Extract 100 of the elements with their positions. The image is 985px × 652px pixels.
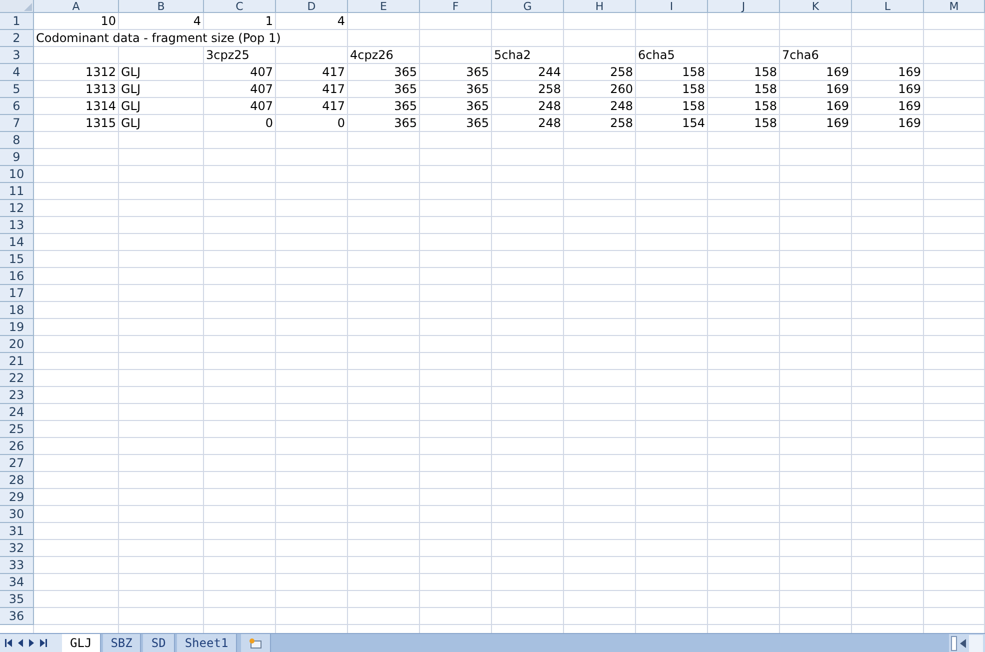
row-header[interactable]: 5 bbox=[0, 81, 34, 98]
cell-value: 158 bbox=[754, 99, 777, 113]
row-header[interactable]: 35 bbox=[0, 591, 34, 608]
cell-value: 0 bbox=[265, 116, 273, 130]
column-header[interactable]: D bbox=[276, 0, 348, 13]
row-header[interactable]: 10 bbox=[0, 166, 34, 183]
row-header[interactable]: 16 bbox=[0, 268, 34, 285]
row-header[interactable]: 25 bbox=[0, 421, 34, 438]
row-header[interactable]: 26 bbox=[0, 438, 34, 455]
cell-value: 248 bbox=[538, 116, 561, 130]
row-header[interactable]: 11 bbox=[0, 183, 34, 200]
cell-value: 1312 bbox=[85, 65, 116, 79]
cell-value: 4 bbox=[193, 14, 201, 28]
previous-sheet-icon[interactable] bbox=[18, 639, 23, 647]
cell-value: 1313 bbox=[85, 82, 116, 96]
column-header[interactable]: I bbox=[636, 0, 708, 13]
row-header[interactable]: 6 bbox=[0, 98, 34, 115]
sheet-tab[interactable]: SBZ bbox=[102, 634, 142, 652]
cell-value: 158 bbox=[754, 65, 777, 79]
scroll-left-icon[interactable] bbox=[960, 638, 966, 648]
cell-value: 158 bbox=[682, 99, 705, 113]
cell-value: 407 bbox=[250, 99, 273, 113]
column-header[interactable]: G bbox=[492, 0, 564, 13]
cell-value: 169 bbox=[826, 82, 849, 96]
cell-value: 365 bbox=[394, 99, 417, 113]
column-header[interactable]: M bbox=[924, 0, 985, 13]
column-header[interactable]: F bbox=[420, 0, 492, 13]
row-header[interactable]: 31 bbox=[0, 523, 34, 540]
cell-value: 365 bbox=[394, 65, 417, 79]
row-header[interactable]: 29 bbox=[0, 489, 34, 506]
scroll-track[interactable] bbox=[969, 634, 983, 652]
cell-value: GLJ bbox=[121, 98, 141, 114]
scroll-thumb[interactable] bbox=[951, 636, 957, 650]
row-header[interactable]: 4 bbox=[0, 64, 34, 81]
cell-value: 169 bbox=[826, 65, 849, 79]
cell-value: 258 bbox=[610, 116, 633, 130]
row-header[interactable]: 36 bbox=[0, 608, 34, 625]
cell-value: 365 bbox=[466, 82, 489, 96]
row-header[interactable]: 33 bbox=[0, 557, 34, 574]
cell-value: 169 bbox=[826, 116, 849, 130]
row-header[interactable]: 13 bbox=[0, 217, 34, 234]
cell-value: 365 bbox=[394, 82, 417, 96]
cell-value: 158 bbox=[682, 82, 705, 96]
row-header[interactable]: 2 bbox=[0, 30, 34, 47]
row-header[interactable]: 30 bbox=[0, 506, 34, 523]
cell-value: 417 bbox=[322, 65, 345, 79]
cell-value: 417 bbox=[322, 99, 345, 113]
row-header[interactable]: 17 bbox=[0, 285, 34, 302]
insert-sheet-tab[interactable] bbox=[241, 634, 272, 652]
cell-value: 260 bbox=[610, 82, 633, 96]
row-header[interactable]: 19 bbox=[0, 319, 34, 336]
column-header[interactable]: E bbox=[348, 0, 420, 13]
cell-value: 407 bbox=[250, 65, 273, 79]
sheet-tab[interactable]: Sheet1 bbox=[176, 634, 238, 652]
last-sheet-icon[interactable] bbox=[40, 639, 47, 647]
row-header[interactable]: 3 bbox=[0, 47, 34, 64]
sheet-tab[interactable]: SD bbox=[143, 634, 175, 652]
row-header[interactable]: 22 bbox=[0, 370, 34, 387]
column-header[interactable]: H bbox=[564, 0, 636, 13]
row-header[interactable]: 9 bbox=[0, 149, 34, 166]
cell-value: 169 bbox=[898, 65, 921, 79]
cell-value: 365 bbox=[466, 116, 489, 130]
column-header[interactable]: C bbox=[204, 0, 276, 13]
row-header[interactable]: 1 bbox=[0, 13, 34, 30]
row-header[interactable]: 23 bbox=[0, 387, 34, 404]
row-header[interactable]: 32 bbox=[0, 540, 34, 557]
cell-value: 169 bbox=[898, 99, 921, 113]
row-header[interactable]: 12 bbox=[0, 200, 34, 217]
column-header[interactable]: K bbox=[780, 0, 852, 13]
row-header[interactable]: 21 bbox=[0, 353, 34, 370]
row-header[interactable]: 8 bbox=[0, 132, 34, 149]
cell-value: 365 bbox=[466, 99, 489, 113]
cell-value: Codominant data - fragment size (Pop 1) bbox=[36, 30, 281, 46]
column-header[interactable]: L bbox=[852, 0, 924, 13]
cell-value: 169 bbox=[898, 82, 921, 96]
row-header[interactable]: 34 bbox=[0, 574, 34, 591]
row-header[interactable]: 20 bbox=[0, 336, 34, 353]
column-header[interactable]: A bbox=[34, 0, 119, 13]
sheet-tab[interactable]: GLJ bbox=[62, 634, 101, 652]
row-header[interactable]: 18 bbox=[0, 302, 34, 319]
cell-value: 1315 bbox=[85, 116, 116, 130]
first-sheet-icon[interactable] bbox=[5, 639, 12, 647]
cell-value: 365 bbox=[466, 65, 489, 79]
row-header[interactable]: 15 bbox=[0, 251, 34, 268]
cell-value: GLJ bbox=[121, 115, 141, 131]
row-header[interactable]: 7 bbox=[0, 115, 34, 132]
row-header[interactable]: 14 bbox=[0, 234, 34, 251]
row-header[interactable]: 28 bbox=[0, 472, 34, 489]
column-header[interactable]: B bbox=[119, 0, 204, 13]
cell-value: 158 bbox=[754, 116, 777, 130]
cell-value: 3cpz25 bbox=[206, 47, 250, 63]
row-header[interactable]: 27 bbox=[0, 455, 34, 472]
cell-value: 248 bbox=[538, 99, 561, 113]
next-sheet-icon[interactable] bbox=[29, 639, 34, 647]
column-header[interactable]: J bbox=[708, 0, 780, 13]
cell-value: 154 bbox=[682, 116, 705, 130]
cell-value: 158 bbox=[682, 65, 705, 79]
row-header[interactable]: 24 bbox=[0, 404, 34, 421]
cell-value: 10 bbox=[100, 14, 116, 28]
cell-value: 248 bbox=[610, 99, 633, 113]
